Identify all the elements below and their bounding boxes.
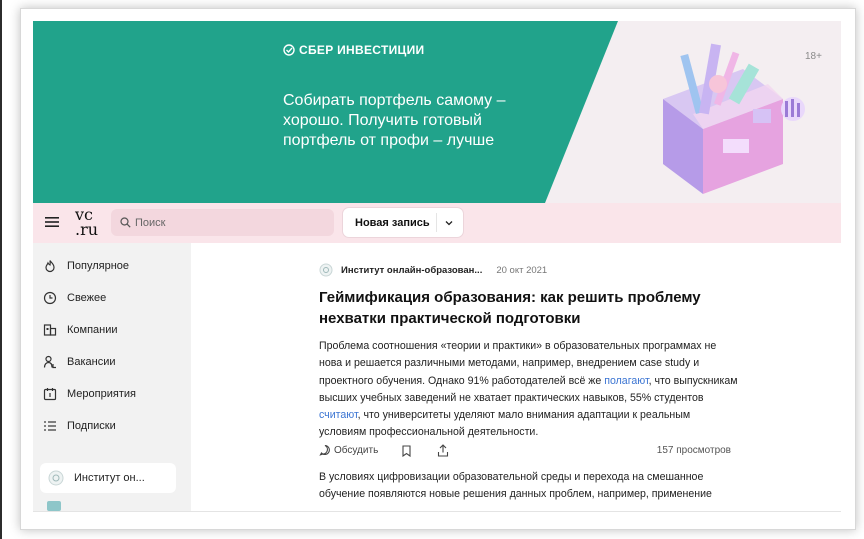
window-edge bbox=[0, 0, 2, 539]
article-meta: Институт онлайн-образован... 20 окт 2021 bbox=[319, 263, 547, 277]
subscription-avatar-next[interactable] bbox=[47, 501, 61, 511]
sidebar-subscription-item[interactable]: Институт он... bbox=[40, 463, 176, 493]
search-input[interactable] bbox=[135, 214, 325, 231]
article-card: Институт онлайн-образован... 20 окт 2021… bbox=[191, 243, 841, 511]
subscription-avatar bbox=[48, 470, 64, 486]
search-icon bbox=[120, 217, 131, 228]
clock-icon bbox=[43, 291, 57, 305]
banner-brand: СБЕР ИНВЕСТИЦИИ bbox=[283, 43, 424, 57]
sidebar-item-subscriptions[interactable]: Подписки bbox=[43, 416, 116, 436]
banner-headline: Собирать портфель самому – хорошо. Получ… bbox=[283, 92, 506, 149]
sidebar-item-popular[interactable]: Популярное bbox=[43, 256, 129, 276]
site-logo[interactable]: vc .ru bbox=[75, 207, 99, 239]
post-date: 20 окт 2021 bbox=[496, 264, 548, 276]
calendar-icon bbox=[43, 388, 57, 401]
sidebar-item-fresh[interactable]: Свежее bbox=[43, 288, 106, 308]
site-header: vc .ru Новая запись bbox=[33, 203, 841, 243]
new-post-button[interactable]: Новая запись bbox=[343, 208, 463, 237]
lead-text: , что университеты уделяют мало внимания… bbox=[319, 409, 691, 439]
discuss-label: Обсудить bbox=[334, 444, 379, 456]
fire-icon bbox=[45, 260, 55, 273]
browser-viewport: СБЕР ИНВЕСТИЦИИ Собирать портфель самому… bbox=[20, 8, 856, 530]
sidebar-item-label: Подписки bbox=[67, 420, 116, 432]
article-body: В условиях цифровизации образовательной … bbox=[319, 471, 712, 501]
sidebar: Популярное Свежее Компании Вакансии Меро… bbox=[33, 243, 191, 511]
menu-icon[interactable] bbox=[45, 216, 59, 228]
sidebar-item-label: Популярное bbox=[67, 260, 130, 272]
search-box[interactable] bbox=[111, 209, 334, 236]
article-actions: Обсудить 157 просмотров bbox=[319, 444, 731, 460]
site-logo-bottom: .ru bbox=[75, 220, 99, 239]
sidebar-item-label: Свежее bbox=[67, 292, 107, 304]
article-lead: Проблема соотношения «теории и практики»… bbox=[319, 338, 739, 442]
sidebar-item-label: Вакансии bbox=[67, 356, 116, 368]
subscription-label: Институт он... bbox=[74, 472, 145, 484]
article-title[interactable]: Геймификация образования: как решить про… bbox=[319, 287, 719, 329]
sidebar-item-vacancies[interactable]: Вакансии bbox=[43, 352, 116, 372]
sber-logo-icon bbox=[283, 44, 295, 56]
portfolio-illustration bbox=[663, 43, 805, 194]
lead-link[interactable]: полагают bbox=[604, 375, 648, 387]
chevron-down-icon[interactable] bbox=[444, 218, 454, 228]
views-count: 157 просмотров bbox=[656, 445, 731, 456]
sidebar-item-label: Мероприятия bbox=[67, 388, 136, 400]
share-icon[interactable] bbox=[437, 444, 449, 457]
new-post-divider bbox=[436, 213, 437, 232]
banner-brand-text: СБЕР ИНВЕСТИЦИИ bbox=[299, 43, 425, 57]
ad-banner[interactable]: СБЕР ИНВЕСТИЦИИ Собирать портфель самому… bbox=[33, 21, 841, 203]
sidebar-item-label: Компании bbox=[67, 324, 118, 336]
author-name[interactable]: Институт онлайн-образован... bbox=[341, 265, 482, 276]
discuss-button[interactable]: Обсудить bbox=[319, 444, 378, 456]
list-icon bbox=[44, 421, 56, 431]
author-avatar[interactable] bbox=[319, 263, 333, 277]
new-post-label: Новая запись bbox=[355, 216, 430, 229]
bottom-divider bbox=[33, 511, 841, 512]
comment-icon bbox=[319, 444, 330, 456]
lead-link[interactable]: считают bbox=[319, 409, 358, 421]
sidebar-item-events[interactable]: Мероприятия bbox=[43, 384, 136, 404]
person-icon bbox=[43, 355, 56, 369]
sidebar-item-companies[interactable]: Компании bbox=[43, 320, 118, 340]
bookmark-icon[interactable] bbox=[401, 445, 412, 457]
company-icon bbox=[43, 324, 57, 336]
